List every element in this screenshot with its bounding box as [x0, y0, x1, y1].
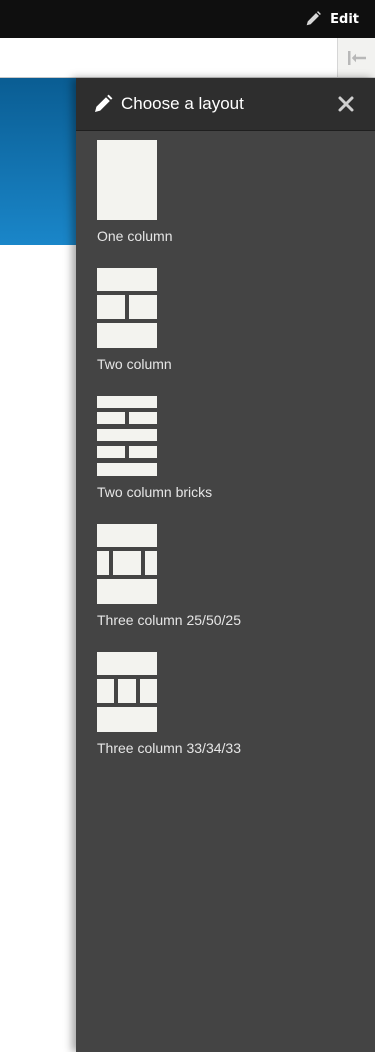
secondary-toolbar	[0, 38, 375, 78]
layout-option-label: Two column bricks	[97, 484, 213, 500]
close-icon[interactable]	[337, 95, 355, 113]
layout-option-three-column-33-34-33[interactable]: Three column 33/34/33	[97, 652, 297, 780]
layout-three-column-33-34-33-icon	[97, 652, 157, 732]
layout-option-two-column[interactable]: Two column	[97, 268, 297, 396]
layout-option-label: Three column 25/50/25	[97, 612, 241, 628]
layout-two-column-bricks-icon	[97, 396, 157, 476]
layout-option-two-column-bricks[interactable]: Two column bricks	[97, 396, 297, 524]
pencil-icon	[306, 11, 322, 26]
edit-button-label: Edit	[330, 11, 359, 27]
collapse-tray-button[interactable]	[337, 38, 375, 77]
admin-toolbar: Edit	[0, 0, 375, 38]
tray-title: Choose a layout	[121, 94, 244, 113]
layout-list: One column Two column Two column bricks	[97, 140, 297, 780]
layout-option-label: One column	[97, 228, 173, 244]
layout-option-three-column-25-50-25[interactable]: Three column 25/50/25	[97, 524, 297, 652]
layout-option-label: Two column	[97, 356, 172, 372]
tray-header: Choose a layout	[76, 78, 375, 131]
layout-option-label: Three column 33/34/33	[97, 740, 241, 756]
layout-three-column-25-50-25-icon	[97, 524, 157, 604]
edit-button[interactable]: Edit	[304, 9, 359, 29]
layout-option-one-column[interactable]: One column	[97, 140, 297, 268]
pencil-icon	[95, 94, 113, 112]
layout-one-column-icon	[97, 140, 157, 220]
collapse-tray-icon	[347, 50, 366, 65]
layout-two-column-icon	[97, 268, 157, 348]
layout-tray: Choose a layout One column Two column Tw…	[76, 78, 375, 1052]
